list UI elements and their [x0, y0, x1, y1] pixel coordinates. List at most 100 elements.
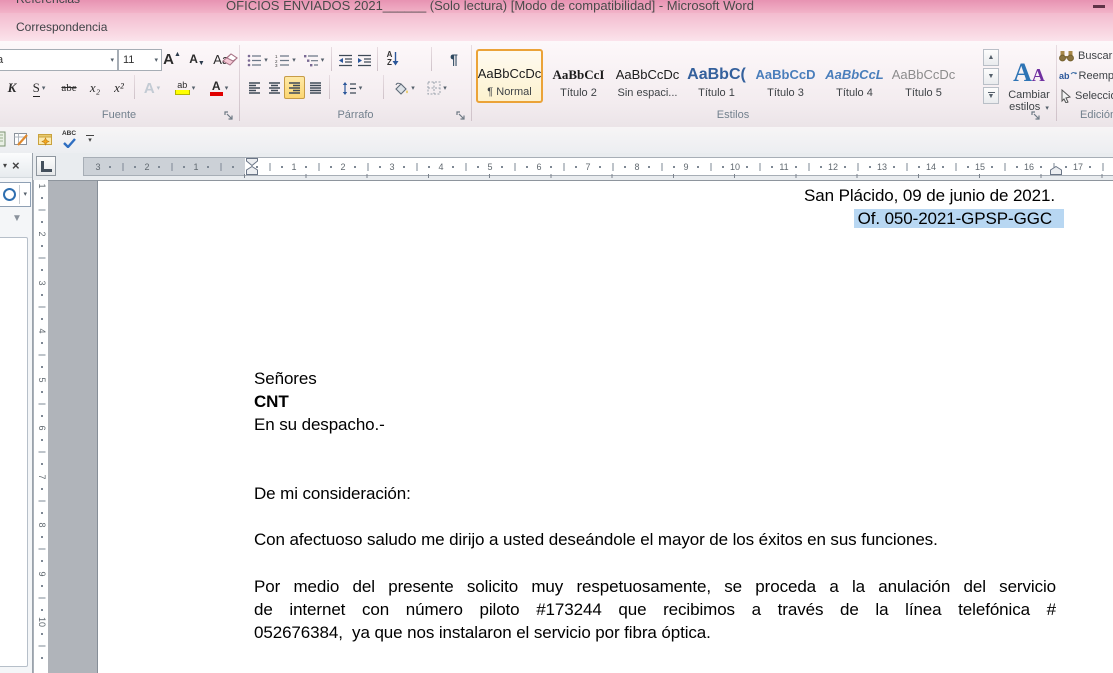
style-card[interactable]: AaBbCcDc Sin espaci... [614, 49, 681, 103]
replace-icon: ab [1059, 71, 1070, 81]
font-name-combo[interactable]: Tahoma ▾ [0, 49, 118, 71]
align-center-icon [268, 82, 281, 94]
tab-selector-button[interactable] [36, 156, 56, 176]
grow-font-button[interactable]: A ▲ [160, 48, 184, 70]
style-card[interactable]: AaBbCcL Título 4 [821, 49, 888, 103]
tab-stop-icon [41, 161, 52, 172]
group-label: Párrafo [241, 109, 470, 121]
qat-button-partial[interactable] [0, 131, 8, 147]
ruler-cell: 4 [34, 283, 49, 332]
style-name: Título 2 [560, 87, 597, 99]
ruler-cell: 12 [784, 158, 833, 175]
shrink-font-icon: ▼ [198, 60, 205, 67]
style-card[interactable]: AaBbCcD Título 3 [752, 49, 819, 103]
group-label: Edición [1080, 109, 1113, 121]
select-button[interactable]: Seleccionar [1059, 87, 1113, 105]
style-card[interactable]: AaBbCcI Título 2 [545, 49, 612, 103]
spellcheck-icon [63, 138, 76, 148]
shrink-font-button[interactable]: A ▼ [186, 48, 208, 70]
underline-button[interactable]: S ▾ [26, 77, 52, 99]
numbering-button[interactable]: 123 ▾ [272, 49, 299, 71]
increase-indent-button[interactable] [353, 49, 375, 71]
replace-button[interactable]: ab Reemplazar [1059, 67, 1113, 85]
gallery-more-button[interactable]: ▼ [983, 87, 999, 104]
qat-window-button[interactable] [37, 131, 54, 148]
multilevel-list-icon [304, 54, 319, 67]
minimize-button[interactable] [1093, 5, 1105, 8]
greeting-line: Con afectuoso saludo me dirijo a usted d… [254, 528, 938, 551]
first-line-indent-marker[interactable] [246, 158, 258, 166]
style-name: Título 1 [698, 87, 735, 99]
strikethrough-button[interactable]: abe [56, 77, 82, 99]
qat-more-button[interactable]: ▾ [84, 132, 96, 146]
italic-icon: K [8, 80, 17, 96]
chevron-down-icon: ▾ [110, 57, 114, 64]
shading-button[interactable]: ▾ [389, 77, 419, 99]
title-bar: OFICIOS ENVIADOS 2021______ (Solo lectur… [0, 0, 1113, 13]
qat-spelling-button[interactable]: ABC [59, 130, 79, 149]
gallery-up-button[interactable]: ▲ [983, 49, 999, 66]
sort-z-letter: Z [387, 59, 392, 67]
close-icon[interactable]: × [12, 158, 20, 173]
bullets-icon [247, 54, 262, 67]
style-card[interactable]: AaBbCcDc Título 5 [890, 49, 957, 103]
bullets-button[interactable]: ▾ [244, 49, 271, 71]
text-effects-icon: A [144, 80, 155, 97]
select-arrow-icon [1059, 89, 1072, 103]
gallery-down-button[interactable]: ▼ [983, 68, 999, 85]
font-color-button[interactable]: A ▾ [204, 77, 234, 99]
italic-button[interactable]: K [2, 77, 22, 99]
nav-search-combo[interactable]: ▾ [0, 182, 31, 207]
replace-arrow-icon [1070, 71, 1077, 81]
body-line: de internet con número piloto #173244 qu… [254, 598, 1056, 621]
clear-formatting-button[interactable] [221, 48, 239, 70]
text-effects-button[interactable]: A ▾ [138, 77, 166, 99]
recipient-office: En su despacho.- [254, 413, 385, 436]
borders-button[interactable]: ▾ [422, 77, 452, 99]
show-marks-button[interactable]: ¶ [443, 48, 465, 70]
nav-pane-header: ▾ × [0, 153, 32, 178]
style-card[interactable]: AaBbC( Título 1 [683, 49, 750, 103]
chevron-down-icon: ▾ [19, 185, 30, 204]
gallery-scroll: ▲ ▼ ▼ [983, 49, 999, 104]
superscript-button[interactable]: x² [108, 77, 130, 99]
style-sample: AaBbCcDc [892, 63, 956, 87]
grow-font-icon: ▲ [174, 51, 181, 58]
dialog-launcher-icon[interactable] [456, 111, 467, 122]
style-name: Título 4 [836, 87, 873, 99]
align-left-button[interactable] [244, 77, 264, 99]
subscript-button[interactable]: x₂ [84, 77, 106, 99]
chevron-down-icon[interactable]: ▾ [3, 161, 7, 170]
text-highlight-button[interactable]: ab ▾ [170, 77, 200, 99]
multilevel-list-button[interactable]: ▾ [299, 49, 329, 71]
ruler-cell: 11 [735, 158, 784, 175]
align-right-button[interactable] [284, 76, 305, 99]
line-spacing-button[interactable]: ▾ [336, 77, 368, 99]
ruler-cell [1078, 158, 1113, 175]
font-size-combo[interactable]: 11 ▾ [118, 49, 162, 71]
dialog-launcher-icon[interactable] [224, 111, 235, 122]
word-window: OFICIOS ENVIADOS 2021______ (Solo lectur… [0, 0, 1113, 673]
style-card[interactable]: AaBbCcDc ¶ Normal [476, 49, 543, 103]
nav-next-button[interactable]: ▼ [8, 211, 26, 225]
increase-indent-icon [357, 54, 372, 67]
sort-button[interactable]: A Z [380, 48, 406, 70]
chevron-down-icon: ▾ [321, 57, 325, 64]
ruler-cell: 3 [98, 158, 147, 175]
subscript-icon: x₂ [90, 80, 100, 96]
recipient-line: Señores [254, 367, 317, 390]
dialog-launcher-icon[interactable] [1031, 111, 1042, 122]
ribbon-tab[interactable]: Correspondencia [2, 13, 123, 41]
ruler-cell: 7 [34, 428, 49, 477]
chevron-down-icon: ▾ [292, 57, 296, 64]
align-center-button[interactable] [264, 77, 284, 99]
ribbon-tab[interactable]: Referencias [2, 0, 123, 13]
find-button[interactable]: Buscar [1059, 47, 1112, 65]
ruler-cell: 14 [882, 158, 931, 175]
document-page[interactable]: San Plácido, 09 de junio de 2021. Of. 05… [97, 180, 1113, 673]
change-styles-button[interactable]: AA Cambiar estilos ▾ [1003, 47, 1055, 125]
font-name-value: Tahoma [0, 54, 3, 66]
chevron-down-icon: ▾ [157, 85, 161, 92]
qat-edit-button[interactable] [13, 131, 30, 148]
justify-button[interactable] [305, 77, 325, 99]
